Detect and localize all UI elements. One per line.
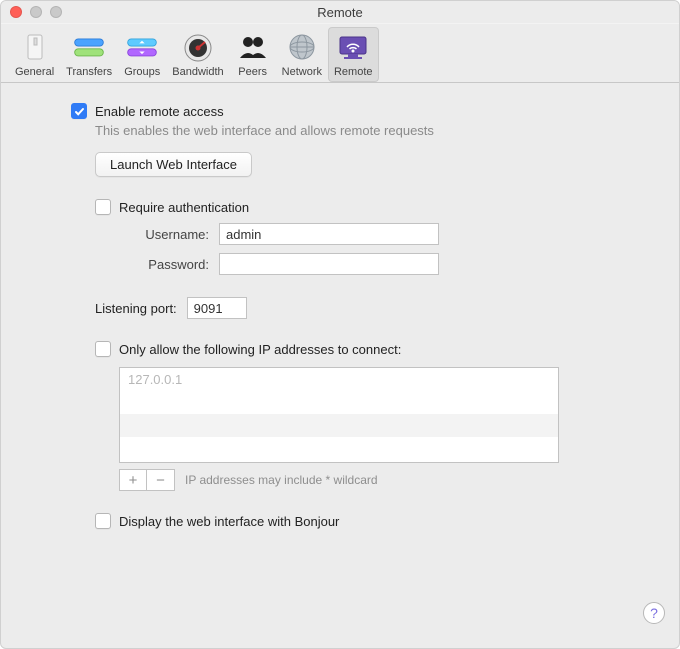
ip-address-list[interactable]: 127.0.0.1 [119, 367, 559, 463]
groups-icon [125, 30, 159, 64]
network-icon [285, 30, 319, 64]
close-icon[interactable] [10, 6, 22, 18]
transfers-icon [72, 30, 106, 64]
tab-transfers[interactable]: Transfers [60, 27, 118, 82]
listening-port-label: Listening port: [95, 301, 177, 316]
remove-ip-button[interactable]: − [147, 469, 175, 491]
minus-icon: − [156, 472, 165, 489]
tab-groups[interactable]: Groups [118, 27, 166, 82]
list-item: 127.0.0.1 [120, 368, 558, 391]
username-label: Username: [119, 227, 209, 242]
enable-remote-label: Enable remote access [95, 104, 224, 119]
tab-label: Remote [334, 66, 373, 78]
tab-peers[interactable]: Peers [230, 27, 276, 82]
require-auth-label: Require authentication [119, 200, 249, 215]
preferences-toolbar: General Transfers Groups [1, 23, 679, 83]
listening-port-field[interactable] [187, 297, 247, 319]
username-field[interactable] [219, 223, 439, 245]
plus-icon: + [129, 472, 138, 489]
zoom-icon[interactable] [50, 6, 62, 18]
bandwidth-icon [181, 30, 215, 64]
enable-remote-row: Enable remote access [71, 103, 649, 119]
ip-allowlist-label: Only allow the following IP addresses to… [119, 342, 401, 357]
window-title: Remote [317, 5, 363, 20]
list-item [120, 391, 558, 414]
tab-network[interactable]: Network [276, 27, 328, 82]
password-field[interactable] [219, 253, 439, 275]
titlebar: Remote [1, 1, 679, 23]
require-auth-checkbox[interactable] [95, 199, 111, 215]
tab-label: Peers [238, 66, 267, 78]
peers-icon [236, 30, 270, 64]
tab-bandwidth[interactable]: Bandwidth [166, 27, 229, 82]
tab-label: General [15, 66, 54, 78]
ip-allowlist-checkbox[interactable] [95, 341, 111, 357]
window-controls [10, 6, 62, 18]
add-ip-button[interactable]: + [119, 469, 147, 491]
wildcard-hint: IP addresses may include * wildcard [185, 473, 378, 487]
tab-general[interactable]: General [9, 27, 60, 82]
launch-web-interface-button[interactable]: Launch Web Interface [95, 152, 252, 177]
enable-remote-checkbox[interactable] [71, 103, 87, 119]
help-button[interactable]: ? [643, 602, 665, 624]
bonjour-checkbox[interactable] [95, 513, 111, 529]
tab-remote[interactable]: Remote [328, 27, 379, 82]
minimize-icon[interactable] [30, 6, 42, 18]
list-item [120, 437, 558, 460]
remote-pane: Enable remote access This enables the we… [1, 83, 679, 638]
tab-label: Transfers [66, 66, 112, 78]
enable-remote-desc: This enables the web interface and allow… [95, 123, 649, 138]
tab-label: Bandwidth [172, 66, 223, 78]
password-label: Password: [119, 257, 209, 272]
remote-icon [336, 30, 370, 64]
preferences-window: Remote General Transfers [0, 0, 680, 649]
tab-label: Groups [124, 66, 160, 78]
list-item [120, 414, 558, 437]
help-icon: ? [650, 605, 658, 621]
tab-label: Network [282, 66, 322, 78]
bonjour-label: Display the web interface with Bonjour [119, 514, 339, 529]
general-icon [18, 30, 52, 64]
